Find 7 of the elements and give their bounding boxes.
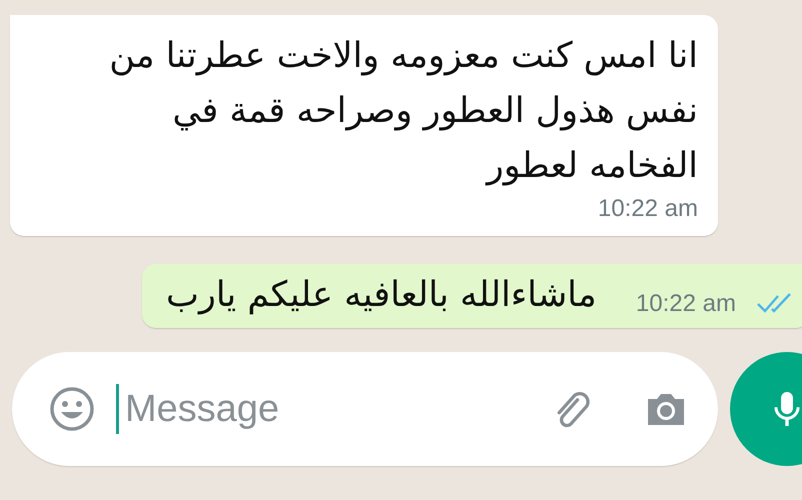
- message-input[interactable]: Message: [116, 384, 550, 434]
- message-time: 10:22 am: [636, 290, 736, 318]
- emoji-icon[interactable]: [48, 385, 96, 433]
- message-field[interactable]: Message: [12, 352, 718, 466]
- message-time: 10:22 am: [598, 194, 698, 224]
- message-text: ماشاءالله بالعافيه عليكم يارب: [166, 274, 597, 317]
- message-text: انا امس كنت معزومه والاخت عطرتنا من نفس هذول العطور وصراحه قمة في الفخامه لعطور: [108, 35, 698, 188]
